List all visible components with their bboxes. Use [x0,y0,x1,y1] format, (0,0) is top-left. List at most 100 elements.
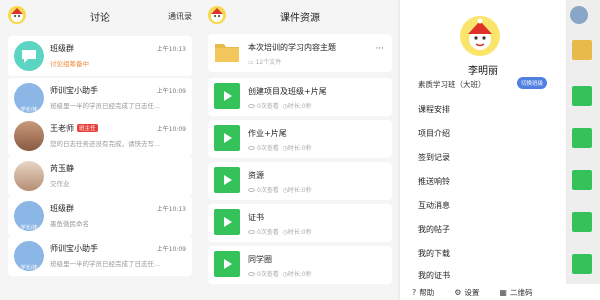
assistant-avatar: 学长/妹 [14,241,44,271]
menu-my-downloads[interactable]: 我的下载 [418,248,450,259]
help-button[interactable]: ? 帮助 [412,287,434,298]
menu-push-ringtone[interactable]: 推送响铃 [418,176,450,187]
student-avatar [14,161,44,191]
chat-item[interactable]: 学长/妹 师训宝小助手 班级里一半的学员已经完成了日志任... 上午10:09 [8,78,192,118]
resource-video[interactable]: 资源 0次查看 ◷时长:0秒 [208,162,392,200]
discussion-topbar: 讨论 通讯录 [0,0,200,32]
play-icon [572,128,592,148]
screen: 讨论 通讯录 班级群 讨论组筹备中 上午10:13 学长/妹 师训宝小助手 班级… [0,0,600,300]
resource-video[interactable]: 作业+片尾 0次查看 ◷时长:0秒 [208,120,392,158]
avatar-badge-text: 学长/妹 [20,265,38,271]
chat-preview: 班级里一半的学员已经完成了日志任... [50,102,161,110]
chat-name: 师训宝小助手 [50,244,98,253]
user-avatar[interactable] [8,6,26,24]
resource-video[interactable]: 创建项目及班级+片尾 0次查看 ◷时长:0秒 [208,78,392,116]
menu-project-intro[interactable]: 项目介绍 [418,128,450,139]
resource-meta: 0次查看 ◷时长:0秒 [248,185,312,194]
chat-item[interactable]: 芮玉静 交作业 [8,156,192,196]
profile-drawer: 李明丽 素质学习班（大班） 切换班级 课程安排 项目介绍 签到记录 推送响铃 互… [400,0,566,300]
chat-preview: 讨论组筹备中 [50,60,89,68]
menu-checkin-records[interactable]: 签到记录 [418,152,450,163]
resource-name: 作业+片尾 [248,129,287,138]
resource-folder[interactable]: 本次培训的学习内容主题 ▭ 12个文件 ··· [208,34,392,72]
eye-icon [248,104,255,108]
chat-preview: 您的日志任务还没有完成，请快去写... [50,140,161,148]
chat-bubble-icon [14,41,44,71]
play-icon [214,83,240,109]
menu-my-certificates[interactable]: 我的证书 [418,270,450,281]
chat-name: 芮玉静 [50,164,74,173]
menu-my-posts[interactable]: 我的帖子 [418,224,450,235]
play-icon [214,125,240,151]
chat-preview: 班级里一半的学员已经完成了日志任... [50,260,161,268]
file-count-icon: ▭ [248,59,256,66]
chat-item[interactable]: 班级群 讨论组筹备中 上午10:13 [8,36,192,76]
drawer-footer: ? 帮助 ⚙ 设置 ▦ 二维码 [400,284,600,300]
resources-topbar: 课件资源 [200,0,400,32]
resource-name: 本次培训的学习内容主题 [248,43,336,52]
resource-meta: 0次查看 ◷时长:0秒 [248,143,312,152]
chat-item[interactable]: 王老师 班主任 您的日志任务还没有完成，请快去写... 上午10:09 [8,116,192,156]
more-options-icon[interactable]: ··· [375,44,384,54]
role-badge: 班主任 [77,124,98,132]
group-avatar: 学长/妹 [14,201,44,231]
play-icon [572,254,592,274]
page-title: 课件资源 [280,12,320,24]
resource-video[interactable]: 证书 0次查看 ◷时长:0秒 [208,204,392,242]
chat-preview: 墨鱼微民命名 [50,220,89,228]
chat-item[interactable]: 学长/妹 师训宝小助手 班级里一半的学员已经完成了日志任... 上午10:09 [8,236,192,276]
resource-name: 资源 [248,171,264,180]
resource-name: 创建项目及班级+片尾 [248,87,327,96]
chat-time: 上午10:09 [156,88,186,95]
eye-icon [248,230,255,234]
chat-time: 上午10:13 [156,46,186,53]
profile-name: 李明丽 [468,66,498,77]
user-avatar[interactable] [208,6,226,24]
avatar-badge-text: 学长/妹 [20,107,38,113]
help-icon: ? [412,287,417,297]
chat-name: 班级群 [50,44,74,53]
qrcode-icon: ▦ [499,287,507,297]
assistant-avatar: 学长/妹 [14,83,44,113]
play-icon [572,170,592,190]
avatar-badge-text: 学长/妹 [20,225,38,231]
switch-class-button[interactable]: 切换班级 [517,77,548,89]
user-avatar [570,6,588,24]
play-icon [214,167,240,193]
play-icon [572,212,592,232]
folder-icon [214,39,240,65]
chat-name: 班级群 [50,204,74,213]
contacts-link[interactable]: 通讯录 [168,11,192,22]
play-icon [214,251,240,277]
qrcode-button[interactable]: ▦ 二维码 [499,287,532,298]
eye-icon [248,146,255,150]
chat-name: 王老师 班主任 [50,124,98,133]
settings-button[interactable]: ⚙ 设置 [454,287,479,298]
chat-name: 师训宝小助手 [50,86,98,95]
chat-time: 上午10:09 [156,246,186,253]
play-icon [214,209,240,235]
discussion-panel: 讨论 通讯录 班级群 讨论组筹备中 上午10:13 学长/妹 师训宝小助手 班级… [0,0,200,300]
chat-time: 上午10:09 [156,126,186,133]
menu-interactive-messages[interactable]: 互动消息 [418,200,450,211]
chat-preview: 交作业 [50,180,70,188]
profile-avatar[interactable] [460,16,500,56]
eye-icon [248,188,255,192]
chat-time: 上午10:13 [156,206,186,213]
resource-name: 证书 [248,213,264,222]
class-name: 素质学习班（大班） [418,80,486,89]
menu-course-schedule[interactable]: 课程安排 [418,104,450,115]
resource-video[interactable]: 同学圈 0次查看 ◷时长:0秒 [208,246,392,284]
resource-meta: 0次查看 ◷时长:0秒 [248,269,312,278]
resource-meta: ▭ 12个文件 [248,59,282,66]
page-title: 讨论 [90,12,110,24]
teacher-avatar [14,121,44,151]
gear-icon: ⚙ [454,287,462,297]
resource-name: 同学圈 [248,255,272,264]
chat-item[interactable]: 学长/妹 班级群 墨鱼微民命名 上午10:13 [8,196,192,236]
resource-meta: 0次查看 ◷时长:0秒 [248,227,312,236]
folder-icon [572,40,592,60]
eye-icon [248,272,255,276]
background-panel [562,0,600,300]
play-icon [572,86,592,106]
